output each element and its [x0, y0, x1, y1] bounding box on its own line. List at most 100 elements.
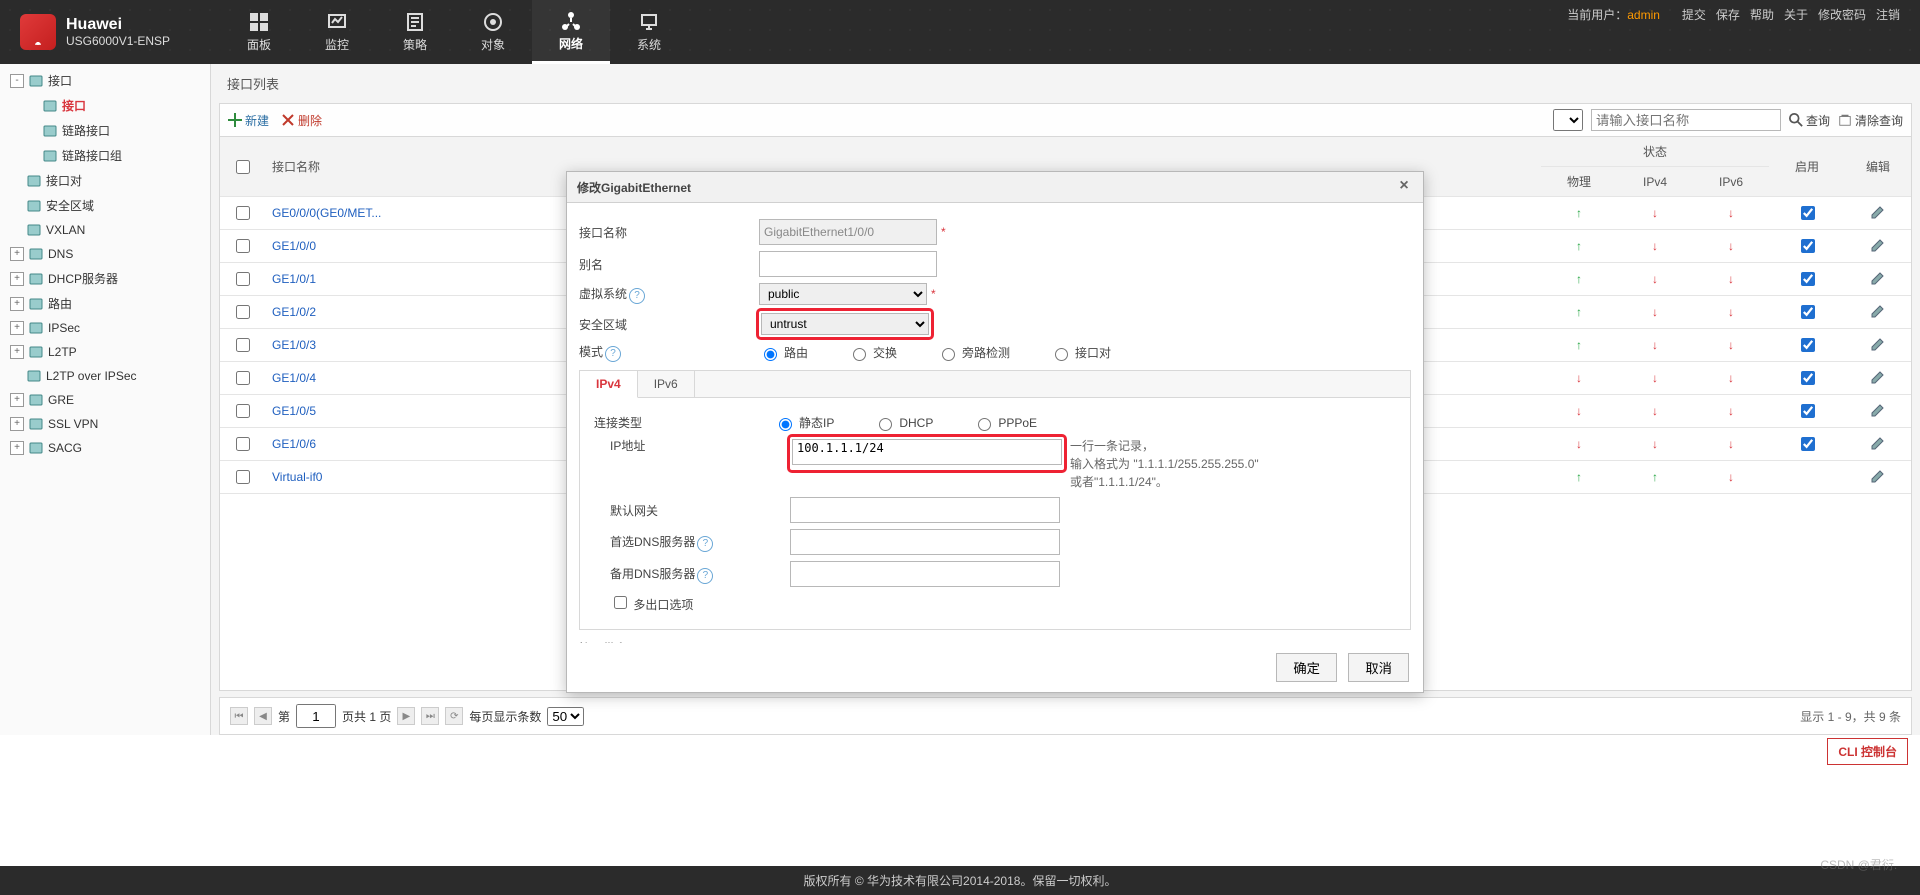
modal-close-button[interactable]: ×	[1395, 178, 1413, 196]
tree-SSL VPN[interactable]: +SSL VPN	[0, 412, 210, 436]
toplink-2[interactable]: 帮助	[1750, 8, 1774, 22]
mode-bypass[interactable]: 旁路检测	[937, 344, 1010, 361]
cancel-button[interactable]: 取消	[1348, 653, 1409, 682]
gateway-input[interactable]	[790, 497, 1060, 523]
enable-checkbox[interactable]	[1801, 437, 1815, 451]
nav-policy[interactable]: 策略	[376, 0, 454, 64]
vsys-select[interactable]: public	[759, 283, 927, 305]
interface-link[interactable]: Virtual-if0	[272, 470, 322, 484]
tree-toggle-icon[interactable]: +	[10, 321, 24, 335]
enable-checkbox[interactable]	[1801, 206, 1815, 220]
enable-checkbox[interactable]	[1801, 239, 1815, 253]
edit-icon[interactable]	[1870, 204, 1886, 220]
tab-ipv4[interactable]: IPv4	[580, 371, 638, 398]
conn-static[interactable]: 静态IP	[774, 414, 834, 431]
row-checkbox[interactable]	[236, 437, 250, 451]
toplink-1[interactable]: 保存	[1716, 8, 1740, 22]
enable-checkbox[interactable]	[1801, 338, 1815, 352]
edit-icon[interactable]	[1870, 237, 1886, 253]
tree-toggle-icon[interactable]: +	[10, 247, 24, 261]
toplink-3[interactable]: 关于	[1784, 8, 1808, 22]
edit-icon[interactable]	[1870, 303, 1886, 319]
mode-pair[interactable]: 接口对	[1050, 344, 1111, 361]
row-checkbox[interactable]	[236, 239, 250, 253]
edit-icon[interactable]	[1870, 468, 1886, 484]
multiexit-toggle[interactable]: 多出口选项	[594, 593, 693, 613]
enable-checkbox[interactable]	[1801, 371, 1815, 385]
tree-toggle-icon[interactable]: +	[10, 393, 24, 407]
tree-DNS[interactable]: +DNS	[0, 242, 210, 266]
tree-toggle-icon[interactable]: +	[10, 345, 24, 359]
delete-button[interactable]: 删除	[281, 112, 322, 129]
interface-link[interactable]: GE0/0/0(GE0/MET...	[272, 206, 381, 220]
mode-switch[interactable]: 交换	[848, 344, 897, 361]
interface-link[interactable]: GE1/0/0	[272, 239, 316, 253]
tree-路由[interactable]: +路由	[0, 291, 210, 316]
tree-GRE[interactable]: +GRE	[0, 388, 210, 412]
interface-link[interactable]: GE1/0/6	[272, 437, 316, 451]
dns2-input[interactable]	[790, 561, 1060, 587]
interface-link[interactable]: GE1/0/3	[272, 338, 316, 352]
row-checkbox[interactable]	[236, 206, 250, 220]
help-icon[interactable]: ?	[697, 536, 713, 552]
alias-input[interactable]	[759, 251, 937, 277]
interface-link[interactable]: GE1/0/2	[272, 305, 316, 319]
conn-pppoe[interactable]: PPPoE	[973, 415, 1037, 431]
pager-perpage-select[interactable]: 50	[547, 707, 584, 726]
pager-first[interactable]: ⏮	[230, 707, 248, 725]
nav-object[interactable]: 对象	[454, 0, 532, 64]
edit-icon[interactable]	[1870, 336, 1886, 352]
nav-dashboard[interactable]: 面板	[220, 0, 298, 64]
nav-system[interactable]: 系统	[610, 0, 688, 64]
help-icon[interactable]: ?	[697, 568, 713, 584]
pager-prev[interactable]: ◀	[254, 707, 272, 725]
tree-L2TP[interactable]: +L2TP	[0, 340, 210, 364]
edit-icon[interactable]	[1870, 369, 1886, 385]
tree-IPSec[interactable]: +IPSec	[0, 316, 210, 340]
tree-toggle-icon[interactable]: +	[10, 417, 24, 431]
enable-checkbox[interactable]	[1801, 272, 1815, 286]
row-checkbox[interactable]	[236, 338, 250, 352]
tree-toggle-icon[interactable]: -	[10, 74, 24, 88]
help-icon[interactable]: ?	[605, 346, 621, 362]
enable-checkbox[interactable]	[1801, 305, 1815, 319]
row-checkbox[interactable]	[236, 371, 250, 385]
help-icon[interactable]: ?	[629, 288, 645, 304]
tree-toggle-icon[interactable]: +	[10, 272, 24, 286]
tree-安全区域[interactable]: 安全区域	[0, 193, 210, 218]
tab-ipv6[interactable]: IPv6	[638, 371, 695, 397]
filter-select[interactable]	[1553, 109, 1583, 131]
conn-dhcp[interactable]: DHCP	[874, 415, 933, 431]
edit-icon[interactable]	[1870, 435, 1886, 451]
toplink-5[interactable]: 注销	[1876, 8, 1900, 22]
mode-route[interactable]: 路由	[759, 344, 808, 361]
tree-L2TP over IPSec[interactable]: L2TP over IPSec	[0, 364, 210, 388]
row-checkbox[interactable]	[236, 470, 250, 484]
pager-page-input[interactable]	[296, 704, 336, 728]
edit-icon[interactable]	[1870, 402, 1886, 418]
edit-icon[interactable]	[1870, 270, 1886, 286]
ok-button[interactable]: 确定	[1276, 653, 1337, 682]
pager-next[interactable]: ▶	[397, 707, 415, 725]
enable-checkbox[interactable]	[1801, 404, 1815, 418]
new-button[interactable]: 新建	[228, 112, 269, 129]
tree-VXLAN[interactable]: VXLAN	[0, 218, 210, 242]
cli-console-button[interactable]: CLI 控制台	[1827, 738, 1908, 765]
tree-接口对[interactable]: 接口对	[0, 168, 210, 193]
clear-search-button[interactable]: 清除查询	[1838, 112, 1903, 129]
interface-link[interactable]: GE1/0/1	[272, 272, 316, 286]
pager-refresh[interactable]: ⟳	[445, 707, 463, 725]
row-checkbox[interactable]	[236, 404, 250, 418]
row-checkbox[interactable]	[236, 272, 250, 286]
interface-link[interactable]: GE1/0/4	[272, 371, 316, 385]
tree-SACG[interactable]: +SACG	[0, 436, 210, 460]
tree-接口[interactable]: 接口	[0, 93, 210, 118]
tree-接口[interactable]: -接口	[0, 68, 210, 93]
interface-link[interactable]: GE1/0/5	[272, 404, 316, 418]
nav-network[interactable]: 网络	[532, 0, 610, 64]
pager-last[interactable]: ⏭	[421, 707, 439, 725]
tree-toggle-icon[interactable]: +	[10, 441, 24, 455]
tree-toggle-icon[interactable]: +	[10, 297, 24, 311]
tree-链路接口[interactable]: 链路接口	[0, 118, 210, 143]
nav-monitor[interactable]: 监控	[298, 0, 376, 64]
